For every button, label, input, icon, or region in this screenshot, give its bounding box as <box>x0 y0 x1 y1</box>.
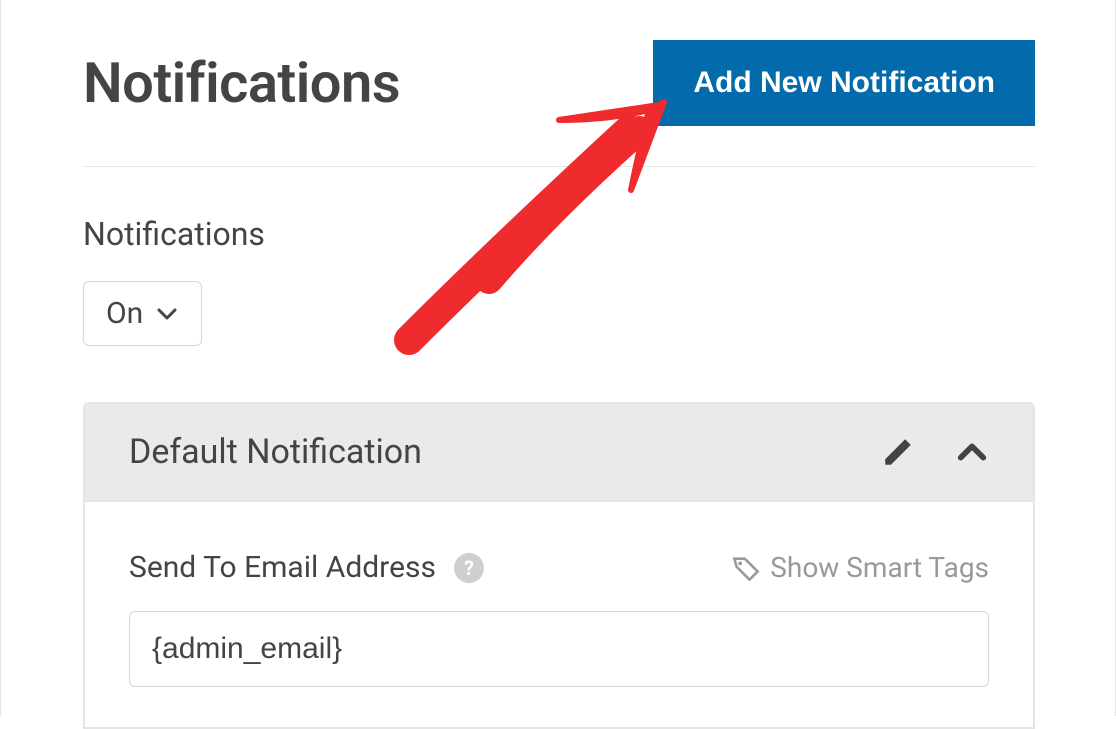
notifications-toggle-value: On <box>106 296 143 331</box>
field-row: Send To Email Address ? Show Smart Tags <box>129 550 989 585</box>
send-to-label: Send To Email Address <box>129 550 436 585</box>
default-notification-card: Default Notification Send To Email Addre… <box>83 402 1035 729</box>
header-divider <box>83 166 1035 167</box>
send-to-email-input[interactable] <box>129 611 989 687</box>
header-row: Notifications Add New Notification <box>1 0 1115 166</box>
field-label-group: Send To Email Address ? <box>129 550 484 585</box>
notifications-panel: Notifications Add New Notification Notif… <box>0 0 1116 716</box>
help-icon[interactable]: ? <box>454 553 484 583</box>
tag-icon <box>732 554 760 582</box>
notifications-toggle-label: Notifications <box>83 215 1115 253</box>
chevron-up-icon[interactable] <box>955 435 989 469</box>
pencil-icon[interactable] <box>881 435 915 469</box>
show-smart-tags-link[interactable]: Show Smart Tags <box>732 551 989 584</box>
page-title: Notifications <box>83 50 400 116</box>
smart-tags-label: Show Smart Tags <box>770 551 989 584</box>
add-new-notification-button[interactable]: Add New Notification <box>653 40 1035 126</box>
chevron-down-icon <box>155 302 179 326</box>
card-body: Send To Email Address ? Show Smart Tags <box>85 502 1033 727</box>
card-actions <box>881 435 989 469</box>
card-header: Default Notification <box>85 404 1033 502</box>
notifications-toggle-dropdown[interactable]: On <box>83 281 202 346</box>
card-title: Default Notification <box>129 432 422 472</box>
